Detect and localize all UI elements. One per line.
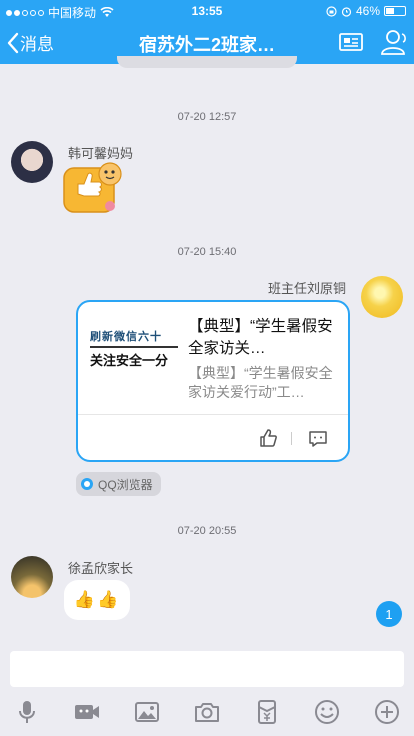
rotation-lock-icon	[326, 5, 337, 17]
video-icon[interactable]	[73, 698, 101, 726]
sender-name: 徐孟欣家长	[68, 561, 134, 576]
previous-message-bubble	[117, 56, 297, 68]
unread-badge[interactable]: 1	[376, 601, 402, 627]
avatar[interactable]	[11, 141, 53, 183]
divider	[90, 346, 178, 348]
profile-card-icon[interactable]	[338, 30, 364, 54]
status-right: 46%	[326, 4, 406, 18]
timestamp: 07-20 12:57	[177, 111, 237, 123]
article-title: 【典型】“学生暑假安全家访关…	[188, 318, 333, 357]
plus-icon[interactable]	[373, 698, 401, 726]
battery-icon	[384, 6, 406, 16]
article-description: 【典型】“学生暑假安全家访关爱行动”工…	[188, 365, 333, 400]
group-members-icon[interactable]	[378, 28, 408, 56]
divider	[78, 414, 348, 415]
message-bubble[interactable]: 👍👍	[64, 580, 130, 620]
thumbnail-text: 关注安全一分	[90, 353, 169, 368]
red-packet-icon[interactable]	[253, 698, 281, 726]
message-input[interactable]	[10, 651, 404, 687]
sender-name: 班主任刘原铜	[268, 281, 347, 296]
top-bar: 中国移动 13:55 46% 消息 宿苏外二2班家…	[0, 0, 414, 64]
avatar[interactable]	[11, 556, 53, 598]
thumbs-up-sticker[interactable]	[62, 160, 124, 214]
shared-article-card[interactable]: 刷新微信六十 关注安全一分 【典型】“学生暑假安全家访关… 【典型】“学生暑假安…	[76, 300, 350, 462]
timestamp: 07-20 20:55	[177, 525, 237, 537]
divider	[291, 432, 292, 445]
camera-icon[interactable]	[193, 698, 221, 726]
microphone-icon[interactable]	[13, 698, 41, 726]
source-tag[interactable]: QQ浏览器	[76, 472, 161, 496]
input-toolbar	[0, 696, 414, 728]
status-bar: 中国移动 13:55 46%	[0, 0, 414, 22]
article-thumbnail: 刷新微信六十 关注安全一分	[90, 328, 180, 386]
like-icon[interactable]	[258, 428, 278, 448]
comment-icon[interactable]	[308, 430, 328, 448]
image-icon[interactable]	[133, 698, 161, 726]
alarm-icon	[341, 6, 352, 17]
emoji-icon[interactable]	[313, 698, 341, 726]
thumbnail-text: 刷新微信六十	[90, 331, 162, 343]
source-label: QQ浏览器	[98, 477, 153, 492]
timestamp: 07-20 15:40	[177, 246, 237, 258]
battery-percent: 46%	[355, 4, 380, 18]
avatar[interactable]	[361, 276, 403, 318]
input-area	[0, 640, 414, 736]
qq-browser-icon	[81, 478, 93, 490]
